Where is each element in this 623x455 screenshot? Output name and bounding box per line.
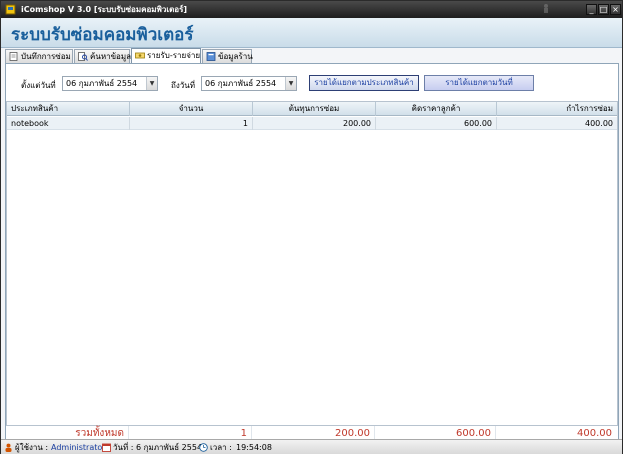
book-icon xyxy=(206,52,216,61)
current-date: 6 กุมภาพันธ์ 2554 xyxy=(136,443,203,452)
calendar-icon xyxy=(102,443,111,452)
tab-shop-info[interactable]: ข้อมูลร้าน xyxy=(202,49,253,63)
minimize-button[interactable]: _ xyxy=(586,4,597,15)
column-header-cost[interactable]: ต้นทุนการซ่อม xyxy=(253,102,376,116)
user-icon xyxy=(5,443,12,452)
income-by-date-button[interactable]: รายได้แยกตามวันที่ xyxy=(424,75,534,91)
to-date-picker[interactable]: 06 กุมภาพันธ์ 2554 ▼ xyxy=(201,76,297,91)
user-name: Administrator xyxy=(51,443,106,452)
cell-price: 600.00 xyxy=(376,117,497,130)
tab-income-expense[interactable]: รายรับ-รายจ่าย xyxy=(131,48,201,63)
app-header: ระบบรับซ่อมคอมพิวเตอร์ xyxy=(1,18,622,48)
tab-label: ข้อมูลร้าน xyxy=(218,52,253,61)
notebook-icon xyxy=(9,52,18,61)
chevron-down-icon[interactable]: ▼ xyxy=(285,77,296,90)
title-bar[interactable]: iComshop V 3.0 [ระบบรับซ่อมคอมพิวเตอร์] … xyxy=(1,1,622,18)
from-date-picker[interactable]: 06 กุมภาพันธ์ 2554 ▼ xyxy=(62,76,158,91)
chevron-down-icon[interactable]: ▼ xyxy=(146,77,157,90)
income-table: ประเภทสินค้า จำนวน ต้นทุนการซ่อม คิดราคา… xyxy=(6,101,618,439)
search-document-icon xyxy=(78,52,88,61)
totals-row: รวมทั้งหมด 1 200.00 600.00 400.00 xyxy=(6,425,618,441)
time-label: เวลา : xyxy=(210,443,232,452)
tab-repair-record[interactable]: บันทึกการซ่อม xyxy=(5,49,73,63)
to-date-label: ถึงวันที่ xyxy=(171,81,195,90)
date-label: วันที่ : xyxy=(113,443,134,452)
status-bar: ผู้ใช้งาน : Administrator วันที่ : 6 กุม… xyxy=(1,439,622,454)
user-label: ผู้ใช้งาน : xyxy=(15,443,49,452)
tab-label: ค้นหาข้อมูล xyxy=(90,52,132,61)
decorative-figure-icon xyxy=(544,4,548,13)
cell-profit: 400.00 xyxy=(585,119,613,128)
from-date-value: 06 กุมภาพันธ์ 2554 xyxy=(66,79,138,88)
tab-search[interactable]: ค้นหาข้อมูล xyxy=(74,49,132,63)
money-icon xyxy=(135,52,145,59)
tab-label: รายรับ-รายจ่าย xyxy=(147,51,201,60)
column-header-profit[interactable]: กำไรการซ่อม xyxy=(497,102,617,116)
column-header-quantity[interactable]: จำนวน xyxy=(130,102,253,116)
income-by-category-button[interactable]: รายได้แยกตามประเภทสินค้า xyxy=(309,75,419,91)
app-window: iComshop V 3.0 [ระบบรับซ่อมคอมพิวเตอร์] … xyxy=(0,0,623,454)
clock-icon xyxy=(199,443,208,452)
column-header-category[interactable]: ประเภทสินค้า xyxy=(7,102,130,116)
tab-label: บันทึกการซ่อม xyxy=(21,52,71,61)
app-icon xyxy=(5,4,16,15)
column-header-price[interactable]: คิดราคาลูกค้า xyxy=(376,102,497,116)
close-button[interactable]: × xyxy=(610,4,621,15)
maximize-button[interactable]: □ xyxy=(598,4,609,15)
from-date-label: ตั้งแต่วันที่ xyxy=(21,81,56,90)
to-date-value: 06 กุมภาพันธ์ 2554 xyxy=(205,79,277,88)
table-row[interactable]: notebook 1 200.00 600.00 400.00 xyxy=(7,117,617,130)
system-title: ระบบรับซ่อมคอมพิวเตอร์ xyxy=(11,25,194,45)
cell-cost: 200.00 xyxy=(253,117,376,130)
cell-category: notebook xyxy=(7,117,130,130)
current-time: 19:54:08 xyxy=(236,443,272,452)
window-title: iComshop V 3.0 [ระบบรับซ่อมคอมพิวเตอร์] xyxy=(21,5,188,14)
cell-quantity: 1 xyxy=(130,117,253,130)
table-header: ประเภทสินค้า จำนวน ต้นทุนการซ่อม คิดราคา… xyxy=(7,102,617,116)
